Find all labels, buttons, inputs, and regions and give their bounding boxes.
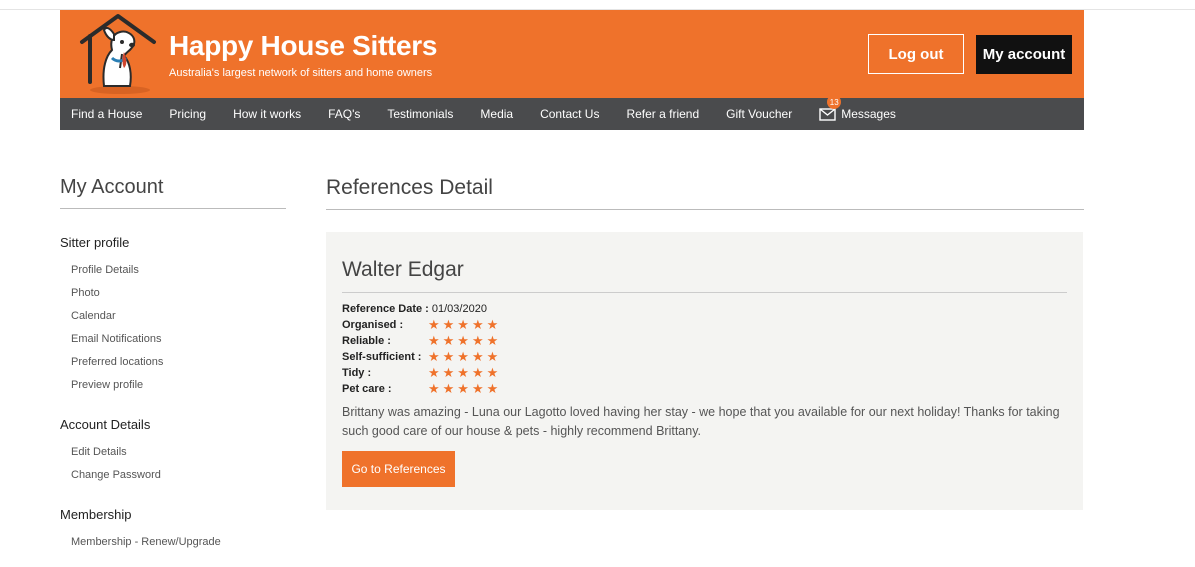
- reference-date-value: 01/03/2020: [431, 303, 487, 315]
- logout-button[interactable]: Log out: [868, 34, 964, 74]
- star-rating-icon: ★★★★★: [428, 317, 502, 332]
- star-rating-icon: ★★★★★: [428, 381, 502, 396]
- mail-icon: 13: [819, 95, 842, 121]
- sidebar-link-preferred-locations[interactable]: Preferred locations: [71, 356, 286, 368]
- ratings-list: Organised : ★★★★★ Reliable : ★★★★★ Self-suff…: [342, 317, 1067, 397]
- go-to-references-button[interactable]: Go to References: [342, 451, 455, 487]
- account-sidebar: My Account Sitter profile Profile Detail…: [60, 176, 286, 548]
- reference-text: Brittany was amazing - Luna our Lagotto …: [342, 405, 1060, 438]
- star-rating-icon: ★★★★★: [428, 365, 502, 380]
- nav-media[interactable]: Media: [467, 107, 527, 121]
- nav-gift-voucher[interactable]: Gift Voucher: [713, 107, 806, 121]
- dog-house-logo-icon[interactable]: [76, 12, 160, 96]
- sidebar-link-membership-renew[interactable]: Membership - Renew/Upgrade: [71, 536, 286, 548]
- messages-count-badge: 13: [827, 95, 842, 109]
- nav-refer-a-friend[interactable]: Refer a friend: [613, 107, 713, 121]
- nav-messages[interactable]: 13 Messages: [806, 95, 910, 121]
- nav-contact-us[interactable]: Contact Us: [527, 107, 613, 121]
- reference-card: Walter Edgar Reference Date : 01/03/2020…: [326, 232, 1083, 510]
- reference-author-name: Walter Edgar: [342, 258, 1067, 293]
- site-header: Happy House Sitters Australia's largest …: [60, 10, 1084, 98]
- rating-label: Pet care :: [342, 383, 392, 395]
- reference-date-label: Reference Date :: [342, 303, 429, 315]
- sidebar-section-membership: Membership: [60, 507, 132, 522]
- messages-label: Messages: [841, 107, 896, 121]
- sidebar-title: My Account: [60, 176, 286, 209]
- rating-label: Reliable :: [342, 335, 391, 347]
- sidebar-link-edit-details[interactable]: Edit Details: [71, 446, 286, 458]
- sidebar-link-profile-details[interactable]: Profile Details: [71, 264, 286, 276]
- rating-row: Reliable : ★★★★★: [342, 333, 1067, 349]
- sidebar-link-change-password[interactable]: Change Password: [71, 469, 286, 481]
- nav-find-a-house[interactable]: Find a House: [60, 107, 156, 121]
- nav-pricing[interactable]: Pricing: [156, 107, 220, 121]
- rating-row: Pet care : ★★★★★: [342, 381, 1067, 397]
- sidebar-section-sitter-profile: Sitter profile: [60, 235, 130, 250]
- rating-label: Organised :: [342, 319, 404, 331]
- my-account-button[interactable]: My account: [976, 35, 1072, 74]
- star-rating-icon: ★★★★★: [428, 349, 502, 364]
- sidebar-section-account-details: Account Details: [60, 417, 151, 432]
- nav-how-it-works[interactable]: How it works: [220, 107, 315, 121]
- rating-row: Tidy : ★★★★★: [342, 365, 1067, 381]
- main-content: References Detail Walter Edgar Reference…: [326, 176, 1084, 510]
- nav-testimonials[interactable]: Testimonials: [374, 107, 467, 121]
- reference-date: Reference Date : 01/03/2020: [342, 303, 1067, 315]
- brand-subtitle: Australia's largest network of sitters a…: [169, 67, 433, 79]
- rating-row: Self-sufficient : ★★★★★: [342, 349, 1067, 365]
- sidebar-link-preview-profile[interactable]: Preview profile: [71, 379, 286, 391]
- star-rating-icon: ★★★★★: [428, 333, 502, 348]
- page-title: References Detail: [326, 176, 1084, 210]
- brand-title[interactable]: Happy House Sitters: [169, 30, 437, 62]
- sidebar-link-email-notifications[interactable]: Email Notifications: [71, 333, 286, 345]
- main-nav: Find a House Pricing How it works FAQ's …: [60, 95, 1084, 130]
- sidebar-link-photo[interactable]: Photo: [71, 287, 286, 299]
- rating-label: Self-sufficient :: [342, 351, 422, 363]
- sidebar-link-calendar[interactable]: Calendar: [71, 310, 286, 322]
- rating-row: Organised : ★★★★★: [342, 317, 1067, 333]
- rating-label: Tidy :: [342, 367, 372, 379]
- nav-faqs[interactable]: FAQ's: [315, 107, 374, 121]
